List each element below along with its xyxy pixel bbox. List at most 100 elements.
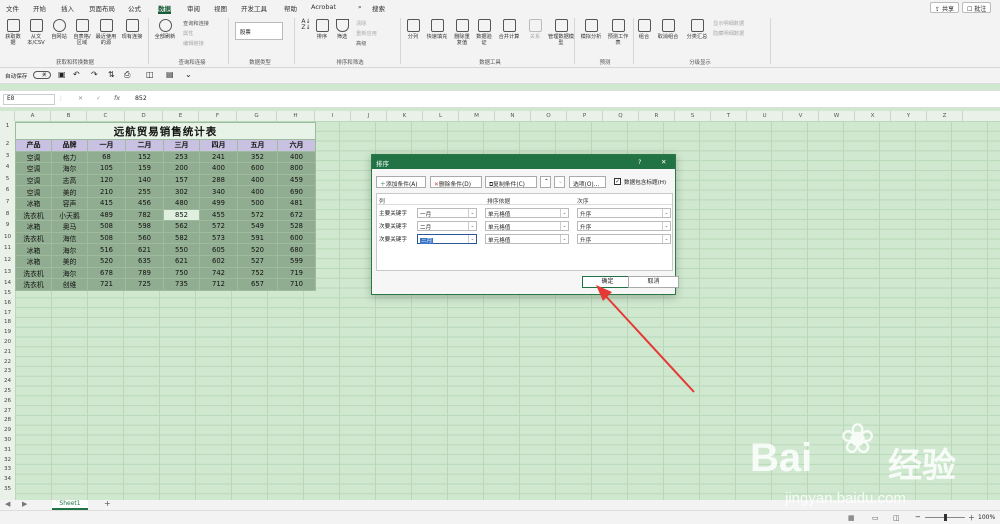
column-header-e[interactable]: E <box>163 111 199 121</box>
table-cell[interactable]: 680 <box>277 243 316 256</box>
table-cell[interactable]: 容声 <box>51 196 88 210</box>
column-header-i[interactable]: I <box>315 111 351 121</box>
reapply-button[interactable]: 重新应用 <box>356 30 377 37</box>
table-cell[interactable]: 635 <box>125 254 164 268</box>
table-cell[interactable]: 599 <box>277 254 316 268</box>
show-detail-button[interactable]: 显示明细数据 <box>713 20 744 27</box>
group-button[interactable]: 组合 <box>636 19 652 40</box>
table-cell[interactable]: 598 <box>125 220 164 233</box>
row-header-9[interactable]: 9 <box>0 221 15 231</box>
data-validation-button[interactable]: 数据验证 <box>474 19 494 46</box>
table-cell[interactable]: 152 <box>125 150 164 164</box>
column-header-t[interactable]: T <box>711 111 747 121</box>
dropdown-arrow-icon[interactable]: ⌄ <box>560 222 568 230</box>
row-header-21[interactable]: 21 <box>0 348 15 358</box>
copy-level-button[interactable]: ⧉复制条件(C) <box>485 176 537 188</box>
table-cell[interactable]: 520 <box>87 254 126 268</box>
column-header-l[interactable]: L <box>423 111 459 121</box>
column-header-v[interactable]: V <box>783 111 819 121</box>
row-header-6[interactable]: 6 <box>0 186 15 196</box>
menu-help[interactable]: 帮助 <box>284 3 297 14</box>
dropdown-arrow-icon[interactable]: ⌄ <box>468 222 476 230</box>
row-header-1[interactable]: 1 <box>0 122 15 132</box>
sort-basis-select[interactable]: 单元格值 ⌄ <box>485 234 569 244</box>
close-button[interactable]: ✕ <box>661 158 666 166</box>
edit-links-button[interactable]: 编辑链接 <box>183 40 204 47</box>
dropdown-arrow-icon[interactable]: ⌄ <box>560 235 568 243</box>
table-cell[interactable]: 800 <box>277 162 316 175</box>
column-header-k[interactable]: K <box>387 111 423 121</box>
table-cell[interactable]: 560 <box>125 231 164 245</box>
table-cell[interactable]: 605 <box>199 243 238 256</box>
properties-button[interactable]: 属性 <box>183 30 193 37</box>
sort-order-select[interactable]: 升序 ⌄ <box>577 208 671 218</box>
table-cell[interactable]: 520 <box>237 243 278 256</box>
dropdown-arrow-icon[interactable]: ⌄ <box>468 235 476 243</box>
text-to-columns-button[interactable]: 分列 <box>404 19 422 40</box>
column-header-o[interactable]: O <box>531 111 567 121</box>
row-header-4[interactable]: 4 <box>0 163 15 173</box>
column-header-r[interactable]: R <box>639 111 675 121</box>
header-cell[interactable]: 一月 <box>87 139 126 152</box>
help-button[interactable]: ? <box>638 158 641 166</box>
table-cell[interactable]: 冰箱 <box>15 243 52 256</box>
table-cell[interactable]: 481 <box>277 196 316 210</box>
header-cell[interactable]: 五月 <box>237 139 278 152</box>
column-header-s[interactable]: S <box>675 111 711 121</box>
move-up-button[interactable]: ⌃ <box>540 176 551 188</box>
row-header-12[interactable]: 12 <box>0 256 15 266</box>
column-header-a[interactable]: A <box>15 111 51 121</box>
table-cell[interactable]: 572 <box>237 208 278 222</box>
camera-icon[interactable]: ◫ <box>146 70 154 79</box>
table-cell[interactable]: 573 <box>199 231 238 245</box>
table-cell[interactable]: 712 <box>199 278 238 291</box>
customize-qat-icon[interactable]: ⌄ <box>185 70 192 79</box>
table-cell[interactable]: 725 <box>125 278 164 291</box>
delete-level-button[interactable]: ✕删除条件(D) <box>430 176 482 188</box>
row-header-23[interactable]: 23 <box>0 367 15 377</box>
menu-review[interactable]: 审阅 <box>187 3 200 14</box>
header-cell[interactable]: 品牌 <box>51 139 88 152</box>
row-header-14[interactable]: 14 <box>0 279 15 289</box>
table-cell[interactable]: 500 <box>237 196 278 210</box>
column-header-n[interactable]: N <box>495 111 531 121</box>
ungroup-button[interactable]: 取消组合 <box>655 19 681 40</box>
table-cell[interactable]: 352 <box>237 150 278 164</box>
table-cell[interactable]: 528 <box>277 220 316 233</box>
table-cell[interactable]: 海信 <box>51 231 88 245</box>
flash-fill-button[interactable]: 快速填充 <box>424 19 450 40</box>
from-web-button[interactable]: 自网站 <box>49 19 69 40</box>
table-cell[interactable]: 海尔 <box>51 266 88 280</box>
cancel-icon[interactable]: ✕ <box>78 95 83 102</box>
table-cell[interactable]: 210 <box>87 185 126 198</box>
table-cell[interactable]: 157 <box>163 173 200 187</box>
formula-input[interactable]: 852 <box>135 95 147 102</box>
table-cell[interactable]: 459 <box>277 173 316 187</box>
queries-connections-button[interactable]: 查询和连接 <box>183 20 209 27</box>
subtotal-button[interactable]: 分类汇总 <box>684 19 710 40</box>
table-cell[interactable]: 255 <box>125 185 164 198</box>
table-cell[interactable]: 489 <box>87 208 126 222</box>
table-cell[interactable]: 750 <box>163 266 200 280</box>
table-cell[interactable]: 572 <box>199 220 238 233</box>
row-header-19[interactable]: 19 <box>0 328 15 338</box>
table-cell[interactable]: 洗衣机 <box>15 266 52 280</box>
table-cell[interactable]: 721 <box>87 278 126 291</box>
table-cell[interactable]: 奥马 <box>51 220 88 233</box>
table-cell[interactable]: 200 <box>163 162 200 175</box>
table-cell[interactable]: 516 <box>87 243 126 256</box>
row-header-20[interactable]: 20 <box>0 338 15 348</box>
table-cell[interactable]: 657 <box>237 278 278 291</box>
column-header-u[interactable]: U <box>747 111 783 121</box>
table-cell[interactable]: 591 <box>237 231 278 245</box>
table-cell[interactable]: 852 <box>163 208 200 222</box>
table-cell[interactable]: 400 <box>277 150 316 164</box>
table-cell[interactable]: 小天鹅 <box>51 208 88 222</box>
enter-icon[interactable]: ✓ <box>96 95 101 102</box>
row-header-10[interactable]: 10 <box>0 233 15 243</box>
table-cell[interactable]: 105 <box>87 162 126 175</box>
table-cell[interactable]: 海尔 <box>51 162 88 175</box>
menu-home[interactable]: 开始 <box>33 3 46 14</box>
hide-detail-button[interactable]: 隐藏明细数据 <box>713 30 744 37</box>
what-if-analysis-button[interactable]: 模拟分析 <box>578 19 604 40</box>
